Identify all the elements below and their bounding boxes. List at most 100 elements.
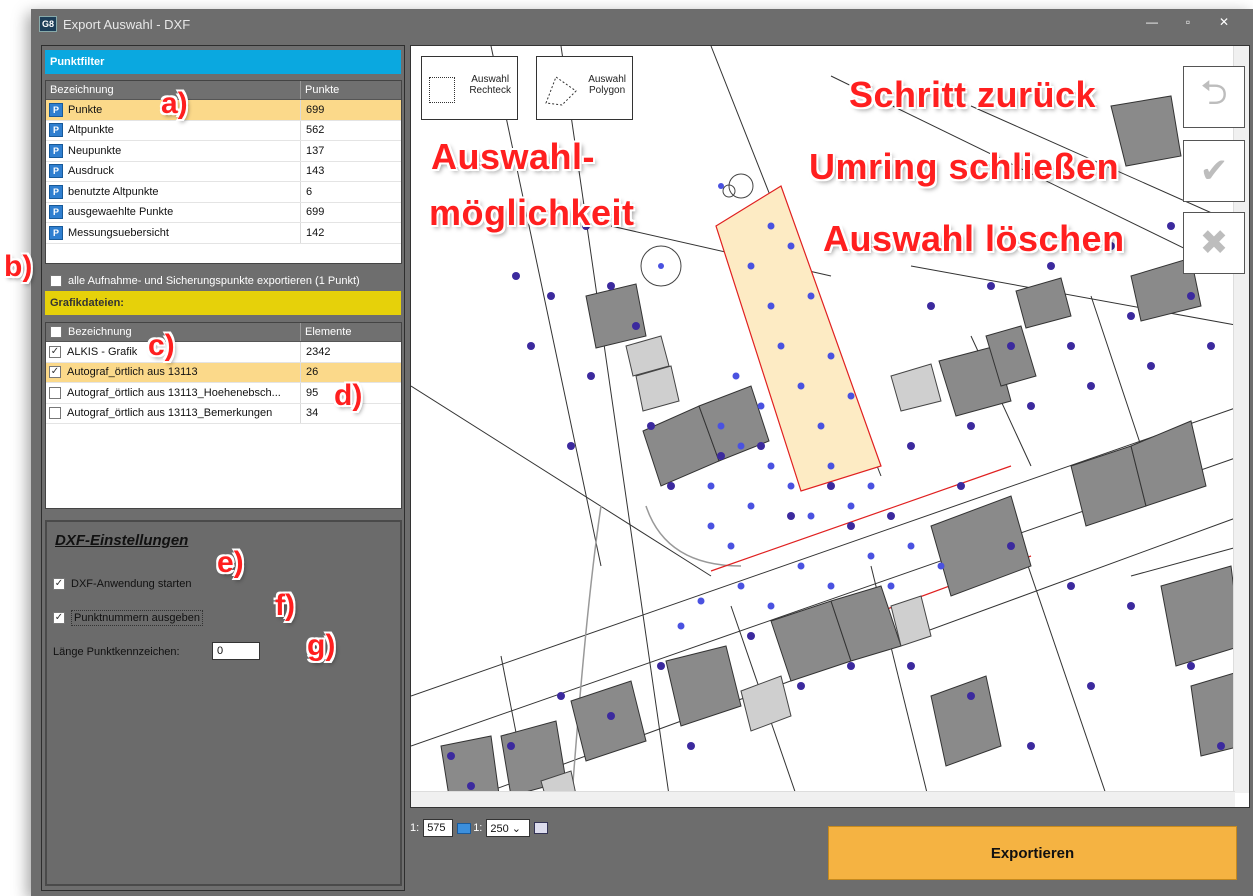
printer-icon[interactable] bbox=[534, 822, 549, 834]
monitor-icon[interactable] bbox=[457, 822, 472, 834]
annotation-c: c) bbox=[148, 329, 175, 362]
row-name: ausgewaehlte Punkte bbox=[68, 206, 174, 219]
annotation-g: g) bbox=[307, 629, 336, 662]
row-name: ALKIS - Grafik bbox=[67, 345, 138, 358]
row-count: 26 bbox=[306, 366, 319, 379]
left-panel: Punktfilter Bezeichnung Punkte P Punkte 69… bbox=[41, 45, 405, 891]
point-icon: P bbox=[49, 205, 63, 220]
map-view[interactable]: Auswahl Rechteck Auswahl Polygon ⮌ ✔ ✖ S… bbox=[410, 45, 1250, 808]
row-name: benutzte Altpunkte bbox=[68, 185, 159, 198]
annotation-auswahl-line2: möglichkeit bbox=[429, 192, 635, 233]
row-count: 6 bbox=[306, 185, 313, 198]
checkbox[interactable] bbox=[50, 275, 62, 287]
annotation-auswahl-line1: Auswahl- bbox=[431, 136, 596, 177]
row-checkbox[interactable]: ✓ bbox=[49, 366, 61, 379]
table-row[interactable]: P Ausdruck 143 bbox=[46, 161, 401, 182]
checkbox-label: alle Aufnahme- und Sicherungspunkte expo… bbox=[68, 275, 360, 287]
scale-prefix: 1: bbox=[410, 822, 420, 834]
annotation-loeschen: Auswahl löschen bbox=[823, 218, 1125, 259]
table-row[interactable]: P Messungsuebersicht 142 bbox=[46, 223, 401, 244]
select-rectangle-tool[interactable]: Auswahl Rechteck bbox=[421, 56, 518, 120]
row-name: Ausdruck bbox=[68, 165, 114, 178]
table-row[interactable]: Pausgewaehlte Punkte 699 bbox=[46, 202, 401, 223]
annotation-b: b) bbox=[4, 250, 33, 283]
checkbox[interactable]: ✓ bbox=[53, 578, 65, 590]
export-all-points-checkbox[interactable]: alle Aufnahme- und Sicherungspunkte expo… bbox=[50, 275, 360, 287]
point-icon: P bbox=[49, 123, 63, 138]
length-input[interactable]: 0 bbox=[212, 642, 260, 660]
row-count: 143 bbox=[306, 165, 325, 178]
point-numbers-checkbox[interactable]: ✓ Punktnummern ausgeben bbox=[53, 610, 203, 626]
point-icon: P bbox=[49, 184, 63, 199]
row-name: Altpunkte bbox=[68, 124, 114, 137]
row-checkbox[interactable] bbox=[49, 386, 61, 399]
scale-bar: 1: 575 1: 250 ⌄ bbox=[410, 819, 549, 837]
annotation-f: f) bbox=[275, 589, 295, 622]
table-header: Bezeichnung Elemente bbox=[46, 323, 401, 342]
grafik-table: Bezeichnung Elemente ✓ ALKIS - Grafik 2342… bbox=[45, 322, 402, 509]
row-name: Autograf_örtlich aus 13113 bbox=[67, 366, 198, 379]
table-row[interactable]: P Punkte 699 bbox=[46, 100, 401, 121]
checkmark-icon: ✔ bbox=[1199, 152, 1229, 190]
table-row[interactable]: ✓ ALKIS - Grafik 2342 bbox=[46, 342, 401, 363]
annotation-d: d) bbox=[334, 379, 363, 412]
punktfilter-header: Punktfilter bbox=[45, 50, 401, 74]
table-header: Bezeichnung Punkte bbox=[46, 81, 401, 100]
annotation-e: e) bbox=[217, 546, 244, 579]
minimize-button[interactable]: — bbox=[1139, 15, 1165, 33]
title-bar: G8 Export Auswahl - DXF — ▫ ✕ bbox=[31, 9, 1253, 40]
dxf-settings-title: DXF-Einstellungen bbox=[55, 532, 189, 549]
close-ring-button[interactable]: ✔ bbox=[1183, 140, 1245, 202]
current-scale-field[interactable]: 575 bbox=[423, 819, 454, 837]
row-name: Punkte bbox=[68, 103, 103, 116]
undo-icon: ⮌ bbox=[1200, 73, 1228, 112]
annotation-schritt: Schritt zurück bbox=[849, 74, 1097, 115]
horizontal-scrollbar[interactable] bbox=[411, 791, 1235, 807]
app-logo-icon: G8 bbox=[39, 16, 57, 32]
table-row[interactable]: Pbenutzte Altpunkte 6 bbox=[46, 182, 401, 203]
length-label: Länge Punktkennzeichen: bbox=[53, 646, 180, 658]
grafikdateien-header: Grafikdateien: bbox=[45, 291, 401, 315]
row-count: 2342 bbox=[306, 345, 331, 358]
dxf-start-checkbox[interactable]: ✓ DXF-Anwendung starten bbox=[53, 578, 191, 590]
delete-selection-button[interactable]: ✖ bbox=[1183, 212, 1245, 274]
export-button[interactable]: Exportieren bbox=[828, 826, 1237, 880]
checkbox-label: Punktnummern ausgeben bbox=[71, 610, 203, 626]
point-icon: P bbox=[49, 225, 63, 240]
window-title: Export Auswahl - DXF bbox=[63, 17, 191, 32]
row-count: 137 bbox=[306, 144, 325, 157]
tool-label-line1: Auswahl bbox=[588, 74, 626, 85]
polygon-select-icon bbox=[545, 76, 577, 106]
annotation-umring: Umring schließen bbox=[809, 146, 1120, 187]
checkbox-label: DXF-Anwendung starten bbox=[71, 578, 192, 590]
row-count: 699 bbox=[306, 206, 325, 219]
table-row[interactable]: P Altpunkte 562 bbox=[46, 120, 401, 141]
tool-label-line2: Rechteck bbox=[469, 84, 511, 96]
row-name: Messungsuebersicht bbox=[68, 226, 169, 239]
row-count: 699 bbox=[306, 103, 325, 116]
column-label: Bezeichnung bbox=[68, 326, 132, 338]
select-polygon-tool[interactable]: Auswahl Polygon bbox=[536, 56, 633, 120]
point-icon: P bbox=[49, 143, 63, 158]
close-button[interactable]: ✕ bbox=[1211, 15, 1237, 33]
chevron-down-icon: ⌄ bbox=[511, 823, 522, 835]
row-checkbox[interactable] bbox=[49, 407, 61, 420]
maximize-button[interactable]: ▫ bbox=[1175, 15, 1201, 33]
undo-button[interactable]: ⮌ bbox=[1183, 66, 1245, 128]
print-scale-dropdown[interactable]: 250 ⌄ bbox=[486, 819, 531, 837]
column-punkte[interactable]: Punkte bbox=[301, 81, 401, 99]
row-checkbox[interactable]: ✓ bbox=[49, 345, 61, 358]
point-icon: P bbox=[49, 102, 63, 117]
x-icon: ✖ bbox=[1199, 224, 1229, 262]
punktfilter-table: Bezeichnung Punkte P Punkte 699 P Altpunkte 5… bbox=[45, 80, 402, 264]
point-icon: P bbox=[49, 164, 63, 179]
row-count: 562 bbox=[306, 124, 325, 137]
scale-prefix: 1: bbox=[473, 822, 483, 834]
tool-label-line2: Polygon bbox=[589, 84, 626, 96]
row-name: Neupunkte bbox=[68, 144, 122, 157]
column-elemente[interactable]: Elemente bbox=[301, 323, 401, 341]
select-all-checkbox[interactable] bbox=[50, 326, 62, 338]
table-row[interactable]: P Neupunkte 137 bbox=[46, 141, 401, 162]
rectangle-select-icon bbox=[429, 77, 455, 103]
checkbox[interactable]: ✓ bbox=[53, 612, 65, 624]
